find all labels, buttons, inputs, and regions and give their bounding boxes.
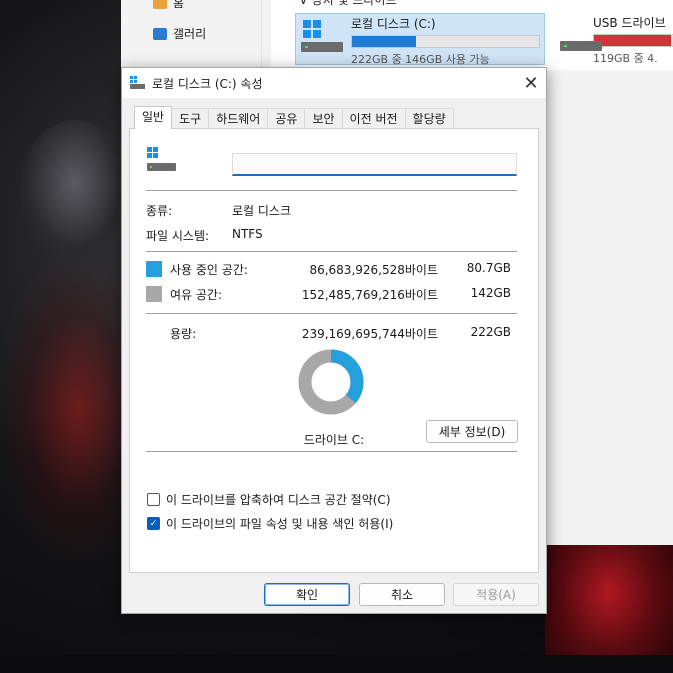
compress-checkbox[interactable] [147, 493, 160, 506]
general-tab-panel: 종류: 로컬 디스크 파일 시스템: NTFS 사용 중인 공간: 86,683… [129, 128, 539, 573]
dialog-title: 로컬 디스크 (C:) 속성 [152, 77, 263, 91]
drive-name: 로컬 디스크 (C:) [351, 17, 436, 31]
index-label: 이 드라이브의 파일 속성 및 내용 색인 허용(I) [166, 517, 394, 531]
divider [146, 251, 517, 252]
capacity-size: 222GB [470, 325, 511, 339]
local-disk-icon [301, 18, 343, 56]
tab-quota[interactable]: 할당량 [404, 108, 454, 129]
disk-usage-donut [298, 349, 364, 415]
apply-button[interactable]: 적용(A) [453, 583, 539, 606]
file-system-label: 파일 시스템: [146, 229, 210, 243]
tab-general[interactable]: 일반 [134, 106, 173, 129]
used-space-swatch [146, 261, 162, 277]
drive-properties-dialog: 로컬 디스크 (C:) 속성 ✕ 일반 도구 하드웨어 공유 보안 이전 버전 … [121, 67, 547, 614]
file-system-value: NTFS [232, 227, 263, 241]
details-button[interactable]: 세부 정보(D) [426, 420, 518, 443]
tab-tools[interactable]: 도구 [171, 108, 210, 129]
divider [146, 313, 517, 314]
drives-pane: ∨ 장치 및 드라이브 로컬 디스크 (C:) 222GB 중 146GB 사용… [271, 0, 673, 70]
index-drive-option[interactable]: ✓ 이 드라이브의 파일 속성 및 내용 색인 허용(I) [147, 515, 393, 532]
drive-space-text: 222GB 중 146GB 사용 가능 [351, 53, 490, 66]
local-disk-icon [147, 147, 177, 171]
divider [146, 190, 517, 191]
tab-bar: 일반 도구 하드웨어 공유 보안 이전 버전 할당량 [134, 106, 454, 129]
drive-usage-bar [593, 34, 673, 47]
divider [146, 451, 517, 452]
free-space-bytes: 152,485,769,216바이트 [301, 288, 438, 302]
drive-letter-label: 드라이브 C: [303, 433, 365, 447]
wallpaper-red-corner [545, 540, 673, 673]
volume-label-input[interactable] [232, 153, 517, 176]
dialog-titlebar[interactable]: 로컬 디스크 (C:) 속성 ✕ [122, 68, 546, 98]
free-space-label: 여유 공간: [170, 288, 223, 302]
drive-tile-usb[interactable]: USB 드라이브 119GB 중 4. [555, 13, 673, 63]
free-space-swatch [146, 286, 162, 302]
wallpaper-red-glow [0, 260, 130, 560]
drive-space-text: 119GB 중 4. [593, 52, 658, 63]
drive-usage-bar [351, 35, 540, 48]
nav-item-gallery[interactable]: 갤러리 [153, 25, 206, 42]
drive-name: USB 드라이브 [593, 16, 666, 30]
tab-hardware[interactable]: 하드웨어 [208, 108, 269, 129]
type-value: 로컬 디스크 [232, 204, 292, 218]
taskbar-edge [0, 655, 673, 673]
tab-security[interactable]: 보안 [304, 108, 343, 129]
compress-label: 이 드라이브를 압축하여 디스크 공간 절약(C) [166, 493, 391, 507]
used-space-label: 사용 중인 공간: [170, 263, 248, 277]
drive-icon [130, 76, 145, 89]
navigation-pane: 홈 갤러리 [121, 0, 262, 70]
gallery-icon [153, 27, 167, 40]
close-icon: ✕ [523, 72, 539, 94]
nav-item-home[interactable]: 홈 [153, 0, 184, 11]
ok-button[interactable]: 확인 [264, 583, 350, 606]
capacity-label: 용량: [170, 327, 197, 341]
compress-drive-option[interactable]: 이 드라이브를 압축하여 디스크 공간 절약(C) [147, 491, 391, 508]
cancel-button[interactable]: 취소 [359, 583, 445, 606]
free-space-size: 142GB [470, 286, 511, 300]
wallpaper-figure [20, 120, 130, 260]
used-space-size: 80.7GB [466, 261, 511, 275]
type-label: 종류: [146, 204, 173, 218]
tab-sharing[interactable]: 공유 [267, 108, 306, 129]
usb-drive-icon [560, 17, 602, 55]
used-space-bytes: 86,683,926,528바이트 [309, 263, 438, 277]
close-button[interactable]: ✕ [516, 68, 546, 98]
section-header-devices[interactable]: ∨ 장치 및 드라이브 [299, 0, 397, 8]
home-icon [153, 0, 167, 9]
index-checkbox[interactable]: ✓ [147, 517, 160, 530]
capacity-bytes: 239,169,695,744바이트 [301, 327, 438, 341]
nav-item-label: 홈 [173, 0, 185, 10]
nav-item-label: 갤러리 [173, 27, 207, 41]
tab-previous-versions[interactable]: 이전 버전 [341, 108, 406, 129]
drive-tile-c[interactable]: 로컬 디스크 (C:) 222GB 중 146GB 사용 가능 [295, 13, 545, 66]
